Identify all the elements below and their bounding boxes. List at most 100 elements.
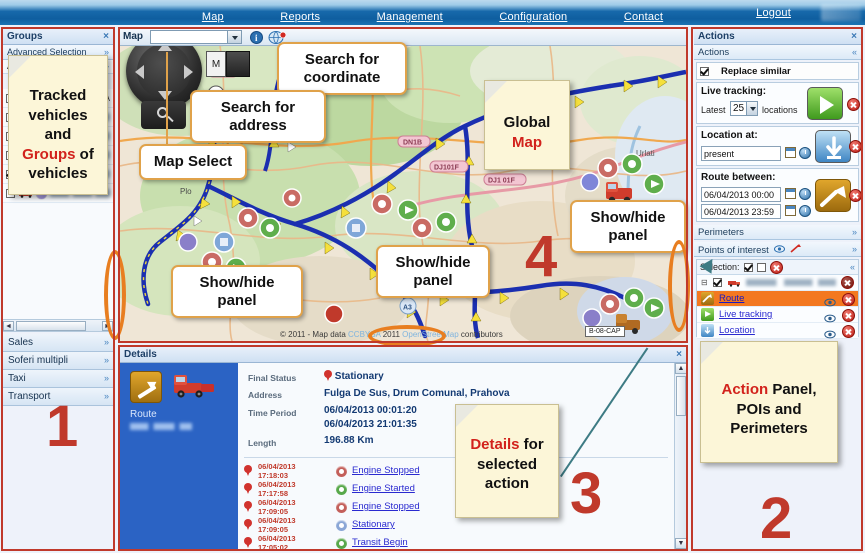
selection-check-all-checkbox[interactable] (743, 262, 753, 272)
group-item-soferi-multipli[interactable]: Soferi multipli » (3, 352, 113, 370)
nav-item-contact[interactable]: Contact (624, 11, 663, 23)
group-label: Transport (8, 391, 51, 402)
event-row[interactable]: 06/04/2013 17:05:02 Transit Begin (244, 534, 674, 549)
route-between-go-button[interactable] (815, 179, 851, 212)
scroll-up-icon[interactable]: ▲ (675, 363, 686, 374)
chevron-down-icon[interactable]: » (104, 391, 109, 401)
top-navigation-bar: Map Reports Management Configuration Con… (0, 0, 865, 25)
chevron-down-icon[interactable] (227, 31, 241, 43)
field-value-time-to: 06/04/2013 21:01:35 (324, 419, 417, 430)
map-measure-button[interactable]: M (206, 51, 226, 77)
selection-live-tracking-delete-icon[interactable] (842, 309, 855, 322)
actions-section-header[interactable]: Actions « (694, 45, 861, 60)
selection-route-delete-icon[interactable] (842, 293, 855, 306)
event-row[interactable]: 06/04/2013 17:09:05 Stationary (244, 516, 674, 535)
chevron-up-icon[interactable]: « (852, 47, 857, 57)
selection-location-delete-icon[interactable] (842, 325, 855, 338)
chevron-down-icon[interactable]: » (104, 355, 109, 365)
pan-left-icon[interactable] (135, 65, 144, 79)
live-tracking-play-button[interactable] (807, 87, 843, 120)
event-link[interactable]: Engine Stopped (352, 501, 420, 512)
selection-live-tracking-link[interactable]: Live tracking (719, 309, 772, 320)
poi-edit-icon[interactable] (790, 244, 802, 256)
route-between-delete-icon[interactable] (849, 189, 861, 202)
attribution-text: © 2011 - Map data (280, 330, 346, 339)
event-link[interactable]: Transit Begin (352, 537, 408, 548)
replace-similar-row[interactable]: Replace similar (697, 63, 858, 79)
logout-link[interactable]: Logout (756, 7, 791, 19)
selection-location-link[interactable]: Location (719, 325, 755, 336)
location-at-input[interactable] (701, 146, 781, 161)
scrollbar-thumb[interactable] (16, 321, 86, 331)
nav-item-management[interactable]: Management (377, 11, 443, 23)
chevron-down-icon[interactable]: » (104, 337, 109, 347)
search-address-icon[interactable]: i (250, 31, 263, 44)
scrollbar-thumb[interactable] (676, 376, 686, 416)
callout-show-hide-left: Show/hide panel (171, 265, 303, 319)
chevron-up-icon[interactable]: « (850, 262, 855, 272)
nav-item-configuration[interactable]: Configuration (499, 11, 567, 23)
close-icon[interactable]: × (676, 349, 682, 360)
calendar-icon[interactable] (785, 147, 796, 158)
chevron-down-icon[interactable]: » (104, 373, 109, 383)
close-icon[interactable]: × (851, 31, 857, 42)
svg-text:DN1B: DN1B (403, 140, 422, 147)
group-item-taxi[interactable]: Taxi » (3, 370, 113, 388)
calendar-icon[interactable] (785, 205, 796, 216)
map-select-dropdown[interactable] (150, 30, 242, 44)
close-icon[interactable]: × (103, 31, 109, 42)
selection-vehicle-row[interactable]: ⊟ (697, 275, 858, 291)
pan-down-icon[interactable] (158, 91, 172, 100)
chevron-down-icon[interactable]: » (852, 244, 857, 254)
pan-right-icon[interactable] (184, 65, 193, 79)
chevron-down-icon[interactable] (746, 102, 757, 115)
chevron-down-icon[interactable]: » (852, 227, 857, 237)
event-status-icon (336, 520, 347, 531)
replace-similar-checkbox[interactable] (700, 66, 709, 76)
selection-clear-icon[interactable] (769, 260, 783, 274)
location-at-go-button[interactable] (815, 130, 851, 163)
expand-icon[interactable]: ⊟ (701, 278, 708, 287)
vehicle-checkbox[interactable] (712, 278, 722, 287)
selection-vehicle-delete-icon[interactable] (841, 276, 854, 289)
live-tracking-count-select[interactable]: 25 (730, 101, 758, 116)
scroll-left-icon[interactable]: ◄ (3, 321, 14, 331)
map-pan-inner (137, 44, 191, 98)
selection-item-live-tracking[interactable]: Live tracking (697, 307, 858, 323)
clock-icon[interactable] (799, 188, 811, 200)
svg-text:A3: A3 (403, 305, 412, 312)
selection-item-location[interactable]: Location (697, 323, 858, 339)
field-value-time-from: 06/04/2013 00:01:20 (324, 405, 417, 416)
clock-icon[interactable] (799, 147, 811, 159)
selection-item-route[interactable]: Route (697, 291, 858, 307)
note-fold-corner (9, 56, 31, 78)
selection-route-link[interactable]: Route (719, 293, 744, 304)
group-item-sales[interactable]: Sales » (3, 334, 113, 352)
vehicle-list-hscrollbar[interactable]: ◄ ► (3, 319, 113, 332)
note-tracked-vehicles: Tracked vehicles and Groups of vehicles (8, 55, 108, 195)
event-link[interactable]: Engine Started (352, 483, 415, 494)
map-mode-button-dark[interactable] (226, 51, 250, 77)
route-from-input[interactable] (701, 187, 781, 202)
perimeters-section-header[interactable]: Perimeters » (694, 225, 861, 240)
event-link[interactable]: Engine Stopped (352, 465, 420, 476)
route-to-input[interactable] (701, 204, 781, 219)
event-timestamp: 06/04/2013 17:09:05 (258, 516, 296, 534)
location-at-title: Location at: (701, 130, 758, 141)
field-key: Final Status (248, 373, 297, 383)
event-timestamp: 06/04/2013 17:09:05 (258, 498, 296, 516)
map-zoom-control[interactable] (141, 101, 186, 129)
details-vscrollbar[interactable]: ▲ ▼ (674, 363, 686, 549)
nav-item-map[interactable]: Map (202, 11, 224, 23)
selection-uncheck-all-checkbox[interactable] (756, 262, 766, 272)
points-of-interest-section-header[interactable]: Points of interest » (694, 242, 861, 257)
clock-icon[interactable] (799, 205, 811, 217)
live-tracking-delete-icon[interactable] (847, 98, 860, 111)
poi-eye-icon[interactable] (774, 245, 786, 256)
event-link[interactable]: Stationary (352, 519, 395, 530)
group-label: Taxi (8, 373, 26, 384)
nav-item-reports[interactable]: Reports (280, 11, 320, 23)
location-at-delete-icon[interactable] (849, 140, 861, 153)
calendar-icon[interactable] (785, 188, 796, 199)
scroll-down-icon[interactable]: ▼ (675, 538, 686, 549)
